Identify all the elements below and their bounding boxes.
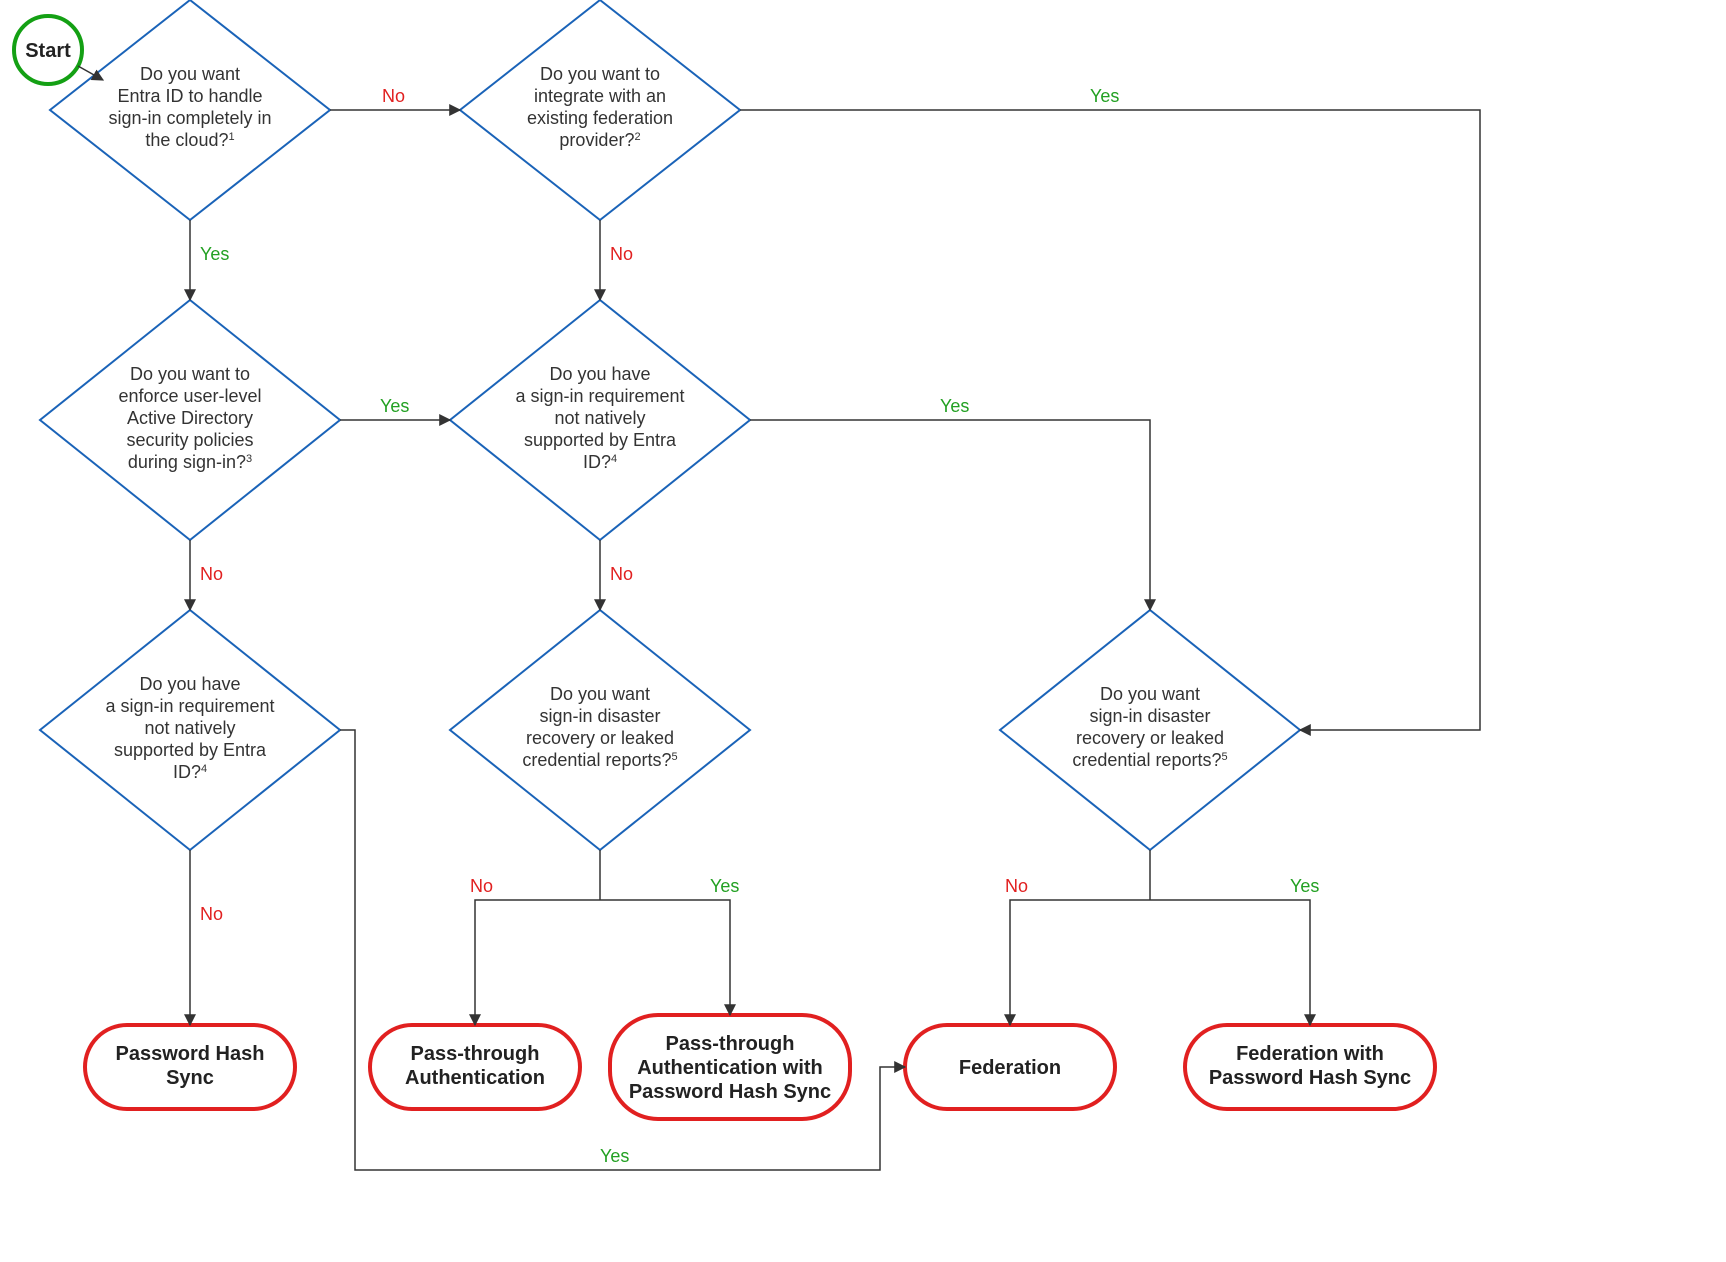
svg-text:Start: Start xyxy=(25,40,71,62)
edge-d6-no xyxy=(475,900,600,1025)
svg-text:supported by Entra: supported by Entra xyxy=(114,740,267,760)
decision-d2: Do you want to integrate with an existin… xyxy=(460,0,740,220)
svg-text:credential reports?5: credential reports?5 xyxy=(1072,750,1227,770)
svg-text:Do you want: Do you want xyxy=(550,684,650,704)
svg-text:not natively: not natively xyxy=(554,408,645,428)
svg-text:supported by Entra: supported by Entra xyxy=(524,430,677,450)
label-d1-no: No xyxy=(382,86,405,106)
edge-d7-yes xyxy=(1150,900,1310,1025)
svg-text:not natively: not natively xyxy=(144,718,235,738)
endpoint-password-hash-sync: Password Hash Sync xyxy=(85,1025,295,1109)
decision-d6: Do you want sign-in disaster recovery or… xyxy=(450,610,750,850)
endpoint-pass-through-auth-phs: Pass-through Authentication with Passwor… xyxy=(610,1015,850,1119)
svg-text:Password Hash Sync: Password Hash Sync xyxy=(1209,1067,1411,1089)
label-d5-no: No xyxy=(200,904,223,924)
svg-text:during sign-in?3: during sign-in?3 xyxy=(128,452,252,472)
edge-d4-yes xyxy=(750,420,1150,610)
svg-text:sign-in disaster: sign-in disaster xyxy=(539,706,660,726)
label-d6-no: No xyxy=(470,876,493,896)
svg-text:Do you want to: Do you want to xyxy=(540,64,660,84)
svg-text:Pass-through: Pass-through xyxy=(411,1043,540,1065)
svg-text:Do you have: Do you have xyxy=(139,674,240,694)
decision-d1: Do you want Entra ID to handle sign-in c… xyxy=(50,0,330,220)
svg-text:sign-in completely in: sign-in completely in xyxy=(108,108,271,128)
svg-text:Do you want: Do you want xyxy=(140,64,240,84)
svg-text:Do you want: Do you want xyxy=(1100,684,1200,704)
svg-text:Active Directory: Active Directory xyxy=(127,408,253,428)
svg-text:Do you have: Do you have xyxy=(549,364,650,384)
decision-d3: Do you want to enforce user-level Active… xyxy=(40,300,340,540)
label-d2-no: No xyxy=(610,244,633,264)
decision-d7: Do you want sign-in disaster recovery or… xyxy=(1000,610,1300,850)
svg-text:Password Hash Sync: Password Hash Sync xyxy=(629,1081,831,1103)
edge-d6-yes xyxy=(600,900,730,1015)
label-d3-no: No xyxy=(200,564,223,584)
label-d7-no: No xyxy=(1005,876,1028,896)
label-d2-yes: Yes xyxy=(1090,86,1119,106)
svg-text:Pass-through: Pass-through xyxy=(666,1033,795,1055)
svg-text:Password Hash: Password Hash xyxy=(116,1043,265,1065)
label-d3-yes: Yes xyxy=(380,396,409,416)
svg-text:the cloud?1: the cloud?1 xyxy=(145,130,234,150)
flowchart-canvas: Start Do you want Entra ID to handle sig… xyxy=(0,0,1726,1262)
label-d1-yes: Yes xyxy=(200,244,229,264)
svg-text:a sign-in requirement: a sign-in requirement xyxy=(105,696,274,716)
endpoint-federation-phs: Federation with Password Hash Sync xyxy=(1185,1025,1435,1109)
decision-d5: Do you have a sign-in requirement not na… xyxy=(40,610,340,850)
svg-text:provider?2: provider?2 xyxy=(559,130,640,150)
edge-d7-no xyxy=(1010,900,1150,1025)
svg-text:Authentication: Authentication xyxy=(405,1067,545,1089)
svg-text:a sign-in requirement: a sign-in requirement xyxy=(515,386,684,406)
label-d7-yes: Yes xyxy=(1290,876,1319,896)
label-d4-yes: Yes xyxy=(940,396,969,416)
endpoint-pass-through-auth: Pass-through Authentication xyxy=(370,1025,580,1109)
svg-text:Federation with: Federation with xyxy=(1236,1043,1384,1065)
svg-text:credential reports?5: credential reports?5 xyxy=(522,750,677,770)
start-node: Start xyxy=(14,16,82,84)
svg-text:sign-in disaster: sign-in disaster xyxy=(1089,706,1210,726)
svg-text:Do you want to: Do you want to xyxy=(130,364,250,384)
svg-text:existing federation: existing federation xyxy=(527,108,673,128)
svg-text:Entra ID to handle: Entra ID to handle xyxy=(117,86,262,106)
svg-text:Sync: Sync xyxy=(166,1067,214,1089)
svg-text:Federation: Federation xyxy=(959,1057,1061,1079)
endpoint-federation: Federation xyxy=(905,1025,1115,1109)
svg-text:Authentication with: Authentication with xyxy=(637,1057,823,1079)
svg-text:security policies: security policies xyxy=(126,430,253,450)
svg-text:enforce user-level: enforce user-level xyxy=(118,386,261,406)
svg-text:recovery or leaked: recovery or leaked xyxy=(526,728,674,748)
decision-d4: Do you have a sign-in requirement not na… xyxy=(450,300,750,540)
svg-text:integrate with an: integrate with an xyxy=(534,86,666,106)
label-d6-yes: Yes xyxy=(710,876,739,896)
label-d4-no: No xyxy=(610,564,633,584)
label-d5-yes: Yes xyxy=(600,1146,629,1166)
svg-text:recovery or leaked: recovery or leaked xyxy=(1076,728,1224,748)
